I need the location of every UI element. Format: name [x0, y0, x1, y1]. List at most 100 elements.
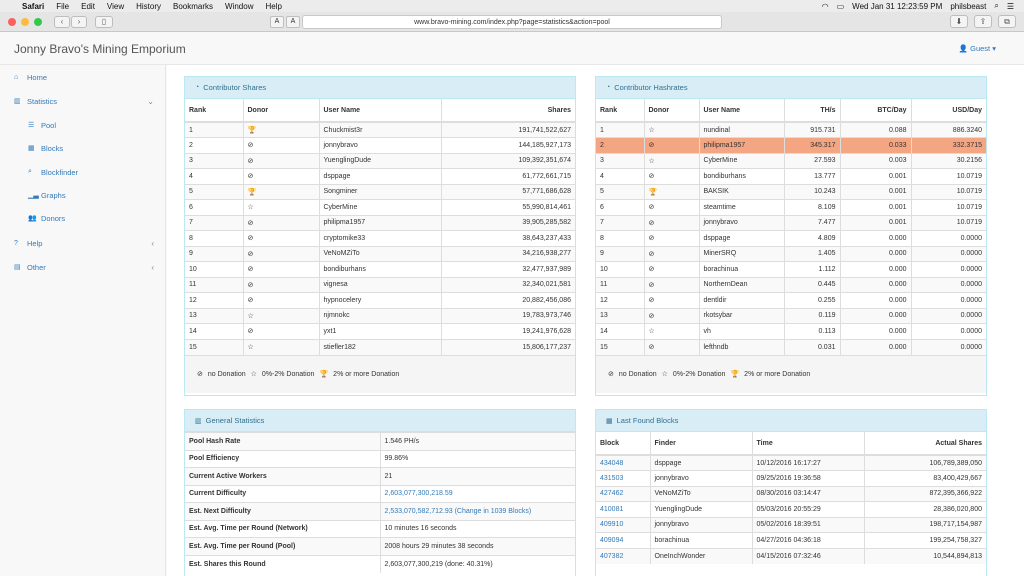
user-name-cell[interactable]: yxt1 — [318, 323, 441, 339]
user-name-cell[interactable]: jonnybravo — [698, 214, 784, 231]
donor-cell: ⊘ — [643, 137, 699, 153]
forward-button[interactable]: › — [71, 15, 87, 28]
zoom-window-button[interactable] — [34, 17, 42, 26]
block-link[interactable]: 434048 — [596, 454, 650, 471]
wifi-icon[interactable]: ◠ — [822, 2, 829, 11]
column-header-rank: Rank — [596, 99, 644, 123]
user-name-cell[interactable]: philipma1957 — [318, 214, 441, 231]
user-name-cell[interactable]: nundinal — [698, 121, 784, 138]
user-name-cell[interactable]: bondiburhans — [318, 261, 441, 277]
panel-title: Last Found Blocks — [616, 416, 679, 425]
star-icon: ☆ — [247, 312, 254, 320]
user-name-cell[interactable]: YuenglingDude — [318, 152, 441, 169]
shares-cell: 109,392,351,674 — [440, 152, 575, 169]
address-bar-url: www.bravo-mining.com/index.php?page=stat… — [414, 18, 610, 26]
stat-value-link[interactable]: 2,603,077,300,218.59 — [380, 484, 575, 503]
block-link[interactable]: 427462 — [596, 485, 650, 502]
guest-menu[interactable]: 👤 Guest ▾ — [959, 44, 996, 53]
menu-user[interactable]: philsbeast — [950, 2, 986, 11]
user-name-cell[interactable]: bondiburhans — [698, 168, 784, 184]
table-row: 407382 OneInchWonder 04/15/2016 07:32:46 10… — [596, 547, 986, 564]
sidebar-item-graphs[interactable]: ▁▃ Graphs — [28, 185, 158, 205]
low-donation-label: 0%-2% Donation — [672, 370, 726, 378]
user-name-cell[interactable]: lefthndb — [698, 338, 784, 355]
notification-center-icon[interactable]: ☰ — [1007, 2, 1014, 11]
user-name-cell[interactable]: vignesa — [318, 276, 441, 293]
share-icon[interactable]: ⇪ — [974, 15, 992, 28]
donor-cell: ⊘ — [643, 292, 699, 308]
address-bar[interactable]: www.bravo-mining.com/index.php?page=stat… — [302, 15, 722, 29]
menu-file[interactable]: File — [56, 2, 69, 11]
user-name-cell[interactable]: stiefler182 — [318, 338, 441, 355]
signal-icon: ▁▃ — [28, 192, 39, 199]
block-link[interactable]: 409094 — [596, 532, 650, 548]
user-name-cell[interactable]: jonnybravo — [318, 137, 441, 153]
btc-day-cell: 0.000 — [839, 292, 911, 308]
column-header-rank: Rank — [185, 99, 243, 123]
block-link[interactable]: 410081 — [596, 501, 650, 517]
menu-bookmarks[interactable]: Bookmarks — [173, 2, 213, 11]
user-name-cell[interactable]: vh — [698, 323, 784, 339]
font-smaller-button[interactable]: A — [270, 16, 284, 28]
user-name-cell[interactable]: Songminer — [318, 183, 441, 200]
block-link[interactable]: 409910 — [596, 516, 650, 533]
app-menu-safari[interactable]: Safari — [22, 2, 44, 11]
downloads-icon[interactable]: ⬇ — [950, 15, 968, 28]
user-name-cell[interactable]: CyberMine — [698, 152, 784, 169]
battery-icon[interactable]: ▭ — [837, 2, 845, 11]
table-row: 9 ⊘ VeNoMZiTo 34,216,938,277 — [185, 245, 575, 262]
user-name-cell[interactable]: cryptomike33 — [318, 230, 441, 246]
sidebar-toggle-icon[interactable]: ▯ — [95, 15, 113, 28]
sidebar-item-label: Blockfinder — [41, 167, 79, 177]
sidebar-item-blockfinder[interactable]: ⌕ Blockfinder — [28, 162, 158, 182]
donor-cell: ⊘ — [643, 214, 699, 231]
sidebar-item-blocks[interactable]: ▦ Blocks — [28, 138, 158, 158]
sidebar-item-other[interactable]: ▤ Other ‹ — [14, 257, 164, 277]
block-link[interactable]: 431503 — [596, 470, 650, 486]
user-name-cell[interactable]: hypnocelery — [318, 292, 441, 308]
close-window-button[interactable] — [8, 17, 16, 26]
user-name-cell[interactable]: dsppage — [318, 168, 441, 184]
user-name-cell[interactable]: Chuckmist3r — [318, 121, 441, 138]
sidebar-item-donors[interactable]: 👥 Donors — [28, 208, 158, 228]
stat-value-link[interactable]: 2,533,070,582,712.93 (Change in 1039 Blo… — [380, 502, 575, 520]
donor-cell: ⊘ — [242, 137, 319, 153]
font-larger-button[interactable]: A — [286, 16, 300, 28]
sidebar-item-help[interactable]: ? Help ‹ — [14, 233, 164, 253]
rank-cell: 7 — [185, 214, 243, 231]
user-name-cell[interactable]: njmnokc — [318, 307, 441, 324]
user-name-cell[interactable]: borachinua — [698, 261, 784, 277]
table-row: 2 ⊘ jonnybravo 144,185,927,173 — [185, 137, 575, 153]
user-name-cell[interactable]: philipma1957 — [698, 137, 784, 153]
sidebar-item-pool[interactable]: ☰ Pool — [28, 115, 158, 135]
shares-table: Rank Donor User Name Shares 1 🏆 Chuckmist3… — [185, 99, 575, 355]
menu-edit[interactable]: Edit — [81, 2, 95, 11]
menu-window[interactable]: Window — [225, 2, 253, 11]
tabs-overview-icon[interactable]: ⧉ — [998, 15, 1016, 28]
user-name-cell[interactable]: steamtime — [698, 199, 784, 215]
trophy-icon: 🏆 — [648, 188, 658, 196]
spotlight-icon[interactable]: ⌕ — [994, 1, 998, 11]
user-name-cell[interactable]: dsppage — [698, 230, 784, 246]
user-name-cell[interactable]: CyberMine — [318, 199, 441, 215]
star-icon: ☆ — [648, 157, 655, 165]
back-button[interactable]: ‹ — [54, 15, 70, 28]
user-name-cell[interactable]: dentldir — [698, 292, 784, 308]
minimize-window-button[interactable] — [21, 17, 29, 26]
rank-cell: 14 — [596, 323, 644, 339]
stat-label: Est. Avg. Time per Round (Pool) — [185, 537, 381, 555]
sidebar-item-statistics[interactable]: ▥ Statistics ⌄ — [14, 91, 164, 111]
menu-view[interactable]: View — [107, 2, 124, 11]
user-name-cell[interactable]: BAKSIK — [698, 183, 784, 200]
user-name-cell[interactable]: NorthernDean — [698, 276, 784, 293]
sidebar-item-home[interactable]: ⌂ Home — [14, 67, 164, 87]
block-link[interactable]: 407382 — [596, 547, 650, 564]
site-brand[interactable]: Jonny Bravo's Mining Emporium — [14, 42, 186, 56]
menu-help[interactable]: Help — [265, 2, 281, 11]
user-name-cell[interactable]: MinerSRQ — [698, 245, 784, 262]
donor-cell: ⊘ — [643, 199, 699, 215]
user-name-cell[interactable]: VeNoMZiTo — [318, 245, 441, 262]
user-name-cell[interactable]: rkotsybar — [698, 307, 784, 324]
menu-clock[interactable]: Wed Jan 31 12:23:59 PM — [852, 2, 942, 11]
menu-history[interactable]: History — [136, 2, 161, 11]
